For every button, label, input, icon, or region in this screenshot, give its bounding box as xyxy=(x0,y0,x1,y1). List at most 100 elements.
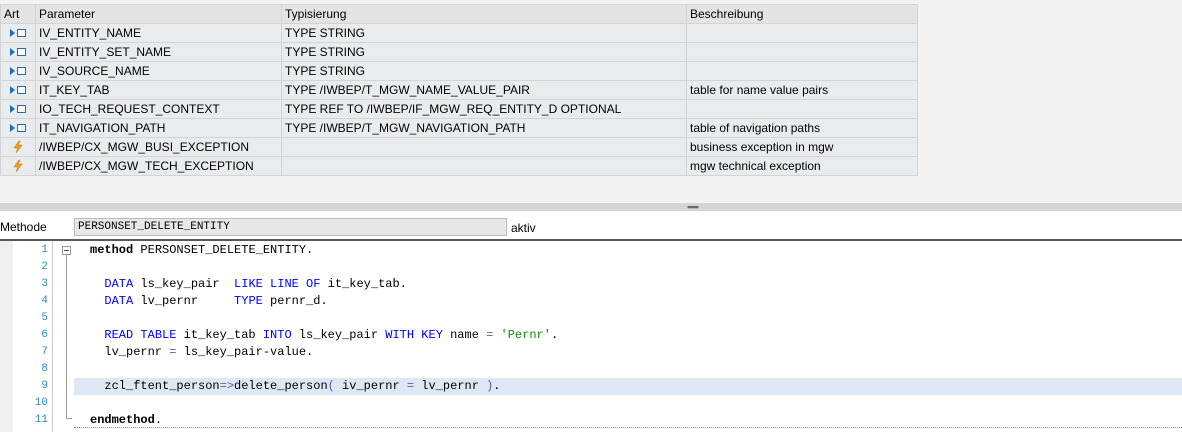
code-token: name xyxy=(442,328,487,342)
cell-typisierung: TYPE /IWBEP/T_MGW_NAVIGATION_PATH xyxy=(281,118,687,138)
code-line[interactable] xyxy=(74,259,1182,276)
column-header-beschreibung[interactable]: Beschreibung xyxy=(686,4,918,24)
code-token: zcl_ftent_person xyxy=(90,379,220,393)
cell-art xyxy=(0,99,36,119)
code-line[interactable] xyxy=(74,310,1182,327)
table-row[interactable]: /IWBEP/CX_MGW_TECH_EXCEPTION mgw technica… xyxy=(0,156,918,176)
table-row[interactable]: IV_ENTITY_SET_NAME TYPE STRING xyxy=(0,42,918,62)
cell-parameter: IO_TECH_REQUEST_CONTEXT xyxy=(35,99,282,119)
line-number: 6 xyxy=(41,329,48,341)
code-keyword: WITH KEY xyxy=(385,328,443,342)
table-row[interactable]: IV_SOURCE_NAME TYPE STRING xyxy=(0,61,918,81)
fold-range-line xyxy=(66,255,67,419)
cell-typisierung: TYPE REF TO /IWBEP/IF_MGW_REQ_ENTITY_D O… xyxy=(281,99,687,119)
importing-parameter-icon xyxy=(9,103,27,115)
code-token: PERSONSET_DELETE_ENTITY. xyxy=(133,243,314,257)
column-header-parameter[interactable]: Parameter xyxy=(35,4,282,24)
importing-parameter-icon xyxy=(9,27,27,39)
exception-icon xyxy=(11,159,25,173)
fold-collapse-icon[interactable] xyxy=(62,246,71,255)
code-token: pernr_d. xyxy=(262,294,328,308)
cell-typisierung: TYPE STRING xyxy=(281,61,687,81)
importing-parameter-icon xyxy=(9,122,27,134)
code-editor[interactable]: 1 method PERSONSET_DELETE_ENTITY. 2 3 DATA … xyxy=(0,241,1182,432)
cell-beschreibung xyxy=(686,42,918,62)
cell-parameter: IV_ENTITY_SET_NAME xyxy=(35,42,282,62)
line-number: 5 xyxy=(41,312,48,324)
line-number: 4 xyxy=(41,295,48,307)
code-token: method xyxy=(90,243,134,257)
code-operator: => xyxy=(219,379,235,393)
line-number: 3 xyxy=(41,278,48,290)
cell-art xyxy=(0,80,36,100)
code-operator: ( xyxy=(327,379,335,393)
importing-parameter-icon xyxy=(9,46,27,58)
cell-typisierung: TYPE /IWBEP/T_MGW_NAME_VALUE_PAIR xyxy=(281,80,687,100)
code-keyword: READ TABLE xyxy=(104,328,177,342)
column-header-typisierung[interactable]: Typisierung xyxy=(281,4,687,24)
exception-icon xyxy=(11,140,25,154)
cell-art xyxy=(0,42,36,62)
code-token: lv_pernr xyxy=(133,294,235,308)
cell-beschreibung xyxy=(686,99,918,119)
code-token: iv_pernr xyxy=(334,379,407,393)
code-line[interactable]: DATA ls_key_pair LIKE LINE OF it_key_tab… xyxy=(74,276,1182,293)
cell-parameter: IV_ENTITY_NAME xyxy=(35,23,282,43)
code-keyword: DATA xyxy=(104,277,134,291)
code-token: lv_pernr xyxy=(414,379,487,393)
cell-beschreibung: table for name value pairs xyxy=(686,80,918,100)
cell-parameter: IT_NAVIGATION_PATH xyxy=(35,118,282,138)
importing-parameter-icon xyxy=(9,84,27,96)
code-operator: = xyxy=(406,379,415,393)
code-token: ls_key_pair-value. xyxy=(176,345,314,359)
code-line[interactable] xyxy=(74,395,1182,412)
code-string: 'Pernr' xyxy=(500,328,551,342)
code-line[interactable]: READ TABLE it_key_tab INTO ls_key_pair W… xyxy=(74,327,1182,344)
cell-art xyxy=(0,61,36,81)
method-label: Methode xyxy=(0,220,47,234)
parameter-panel: Art Parameter Typisierung Beschreibung I… xyxy=(0,0,1182,203)
code-keyword: TYPE xyxy=(234,294,263,308)
line-number: 10 xyxy=(34,397,48,409)
parameter-table: Art Parameter Typisierung Beschreibung I… xyxy=(0,4,918,176)
editor-margin xyxy=(0,241,13,432)
cell-art xyxy=(0,137,36,157)
cell-art xyxy=(0,118,36,138)
cell-beschreibung xyxy=(686,61,918,81)
code-line[interactable]: method PERSONSET_DELETE_ENTITY. xyxy=(74,242,1182,259)
code-token: ls_key_pair xyxy=(291,328,386,342)
line-number: 2 xyxy=(41,261,48,273)
code-line[interactable]: lv_pernr = ls_key_pair-value. xyxy=(74,344,1182,361)
splitter-grip-icon[interactable]: ▪▪▪▪▪ xyxy=(687,203,699,212)
code-line[interactable]: zcl_ftent_person=>delete_person( iv_pern… xyxy=(74,378,1182,395)
table-row[interactable]: IO_TECH_REQUEST_CONTEXT TYPE REF TO /IWBE… xyxy=(0,99,918,119)
gutter-separator xyxy=(52,241,53,432)
fold-range-end xyxy=(66,418,72,419)
code-token: . xyxy=(493,379,501,393)
code-line[interactable]: DATA lv_pernr TYPE pernr_d. xyxy=(74,293,1182,310)
table-row[interactable]: /IWBEP/CX_MGW_BUSI_EXCEPTION business exc… xyxy=(0,137,918,157)
method-bar: Methode PERSONSET_DELETE_ENTITY aktiv xyxy=(0,211,1182,239)
code-token: it_key_tab. xyxy=(320,277,407,291)
cell-parameter: IT_KEY_TAB xyxy=(35,80,282,100)
code-keyword: INTO xyxy=(262,328,292,342)
table-row[interactable]: IT_NAVIGATION_PATH TYPE /IWBEP/T_MGW_NAVI… xyxy=(0,118,918,138)
pane-splitter[interactable]: ▪▪▪▪▪ xyxy=(0,203,1182,212)
last-line-marker xyxy=(74,427,1182,428)
code-token: endmethod xyxy=(90,413,155,427)
table-header-row: Art Parameter Typisierung Beschreibung xyxy=(0,4,918,24)
code-line[interactable] xyxy=(74,361,1182,378)
code-keyword: DATA xyxy=(104,294,134,308)
cell-beschreibung: table of navigation paths xyxy=(686,118,918,138)
column-header-art[interactable]: Art xyxy=(0,4,36,24)
cell-beschreibung: mgw technical exception xyxy=(686,156,918,176)
line-number: 11 xyxy=(34,414,48,426)
code-token: ls_key_pair xyxy=(133,277,235,291)
table-row[interactable]: IT_KEY_TAB TYPE /IWBEP/T_MGW_NAME_VALUE_P… xyxy=(0,80,918,100)
table-row[interactable]: IV_ENTITY_NAME TYPE STRING xyxy=(0,23,918,43)
cell-art xyxy=(0,23,36,43)
code-token: lv_pernr xyxy=(90,345,170,359)
